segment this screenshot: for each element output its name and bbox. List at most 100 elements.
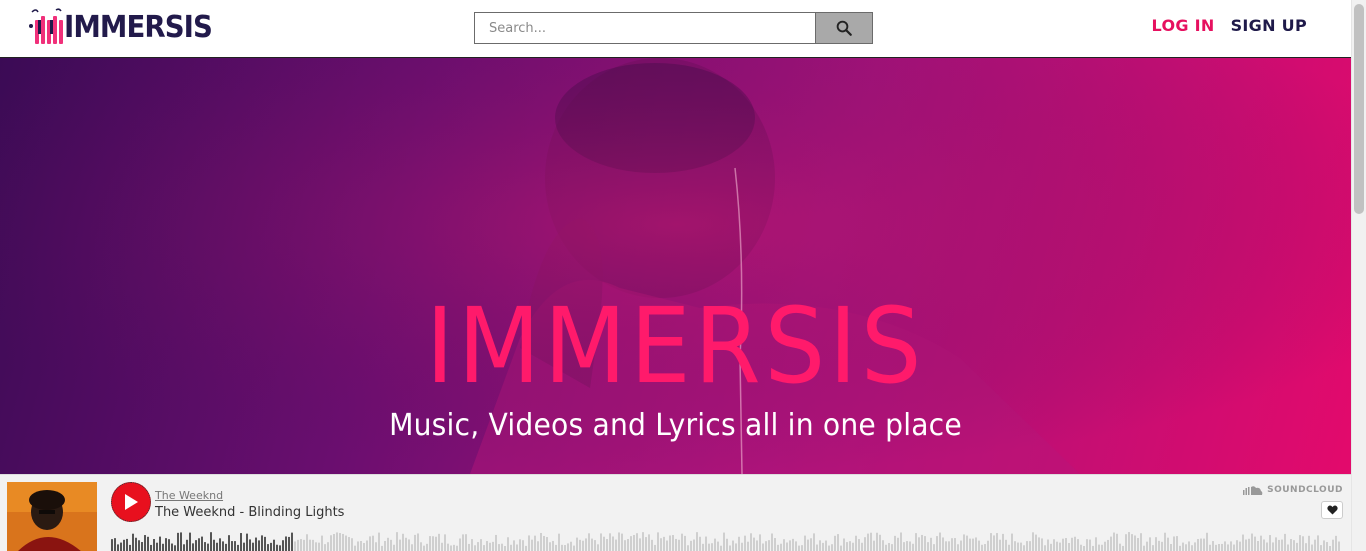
waveform-bar [357, 541, 359, 551]
waveform-bar [294, 541, 296, 551]
waveform-bar [1131, 534, 1133, 551]
scrollbar-thumb[interactable] [1354, 4, 1364, 214]
search-input[interactable] [474, 12, 816, 44]
waveform-bar [366, 540, 368, 551]
waveform-bar [330, 535, 332, 551]
vertical-scrollbar[interactable] [1351, 0, 1366, 551]
track-title[interactable]: The Weeknd - Blinding Lights [155, 505, 344, 520]
waveform-bar [627, 539, 629, 551]
track-artwork[interactable] [7, 482, 97, 551]
waveform-bar [984, 544, 986, 551]
waveform-bar [126, 538, 128, 551]
waveform-bar [369, 536, 371, 551]
waveform-bar [321, 535, 323, 551]
waveform-bar [876, 532, 878, 551]
waveform-bar [180, 532, 182, 551]
waveform-bar [837, 534, 839, 551]
waveform-bar [1248, 538, 1250, 551]
hero-subtitle: Music, Videos and Lyrics all in one plac… [389, 408, 962, 443]
waveform-bar [648, 534, 650, 551]
waveform-bar [1200, 538, 1202, 551]
waveform-bar [444, 534, 446, 551]
waveform-bar [1296, 542, 1298, 551]
login-link[interactable]: LOG IN [1152, 16, 1215, 35]
waveform-bar [1194, 542, 1196, 551]
waveform-bar [165, 538, 167, 551]
waveform-bar [717, 541, 719, 551]
waveform-bar [1110, 536, 1112, 551]
like-button[interactable] [1321, 501, 1343, 519]
waveform-bar [537, 541, 539, 551]
waveform-bar [342, 533, 344, 551]
waveform-bar [1233, 544, 1235, 551]
waveform-bar [282, 540, 284, 551]
waveform-bar [1209, 544, 1211, 551]
waveform-bar [786, 542, 788, 551]
logo-icon [29, 8, 63, 44]
waveform-bar [186, 539, 188, 551]
waveform-bar [672, 535, 674, 551]
waveform-bar [744, 535, 746, 551]
waveform-bar [1191, 545, 1193, 551]
waveform-bar [747, 541, 749, 551]
waveform-bar [1176, 536, 1178, 551]
waveform-bar [174, 545, 176, 551]
logo[interactable]: IMMERSIS [26, 6, 225, 48]
waveform-bar [285, 536, 287, 551]
waveform-bar [879, 534, 881, 551]
waveform-bar [699, 536, 701, 551]
waveform-bar [243, 542, 245, 551]
page: IMMERSIS LOG IN SIGN UP [0, 0, 1366, 551]
waveform-bar [618, 532, 620, 551]
search-button[interactable] [816, 12, 873, 44]
waveform-bar [1311, 544, 1313, 551]
waveform-bar [597, 544, 599, 551]
waveform-bar [762, 543, 764, 551]
waveform-bar [216, 542, 218, 551]
waveform-bar [1056, 541, 1058, 551]
waveform-bar [312, 539, 314, 551]
artist-link[interactable]: The Weeknd [155, 489, 223, 502]
waveform-bar [222, 541, 224, 551]
play-button[interactable] [111, 482, 151, 522]
search-icon [836, 20, 852, 36]
waveform-bar [579, 539, 581, 551]
waveform-bar [1098, 544, 1100, 551]
waveform-bar [447, 543, 449, 551]
waveform-bar [894, 535, 896, 551]
waveform-bar [831, 544, 833, 551]
waveform-bar [120, 542, 122, 551]
waveform-bar [234, 541, 236, 551]
waveform-bar [891, 544, 893, 551]
waveform-bar [873, 540, 875, 551]
waveform-bar [1065, 538, 1067, 551]
waveform-bar [1035, 534, 1037, 551]
waveform-bar [264, 536, 266, 551]
artwork-image [7, 482, 97, 551]
waveform-bar [183, 544, 185, 551]
waveform-bar [678, 539, 680, 551]
waveform-bar [738, 536, 740, 551]
waveform-bar [543, 535, 545, 551]
waveform-bar [906, 541, 908, 551]
waveform-bar [966, 535, 968, 551]
waveform-bar [144, 535, 146, 551]
waveform-bar [1185, 544, 1187, 551]
waveform-bar [261, 535, 263, 551]
waveform-bar [498, 544, 500, 551]
waveform-bar [963, 534, 965, 551]
waveform-bar [1236, 540, 1238, 551]
waveform-bar [777, 544, 779, 551]
waveform-bar [492, 541, 494, 551]
waveform-bar [549, 542, 551, 551]
waveform-bar [426, 543, 428, 551]
waveform-bar [954, 538, 956, 551]
waveform-bar [387, 537, 389, 551]
signup-link[interactable]: SIGN UP [1231, 16, 1307, 35]
waveform-bar [1068, 542, 1070, 551]
waveform-bar [870, 532, 872, 551]
waveform-bar [1050, 543, 1052, 551]
waveform[interactable] [111, 528, 1343, 551]
soundcloud-logo[interactable]: SOUNDCLOUD [1243, 485, 1343, 495]
waveform-bar [1029, 541, 1031, 551]
